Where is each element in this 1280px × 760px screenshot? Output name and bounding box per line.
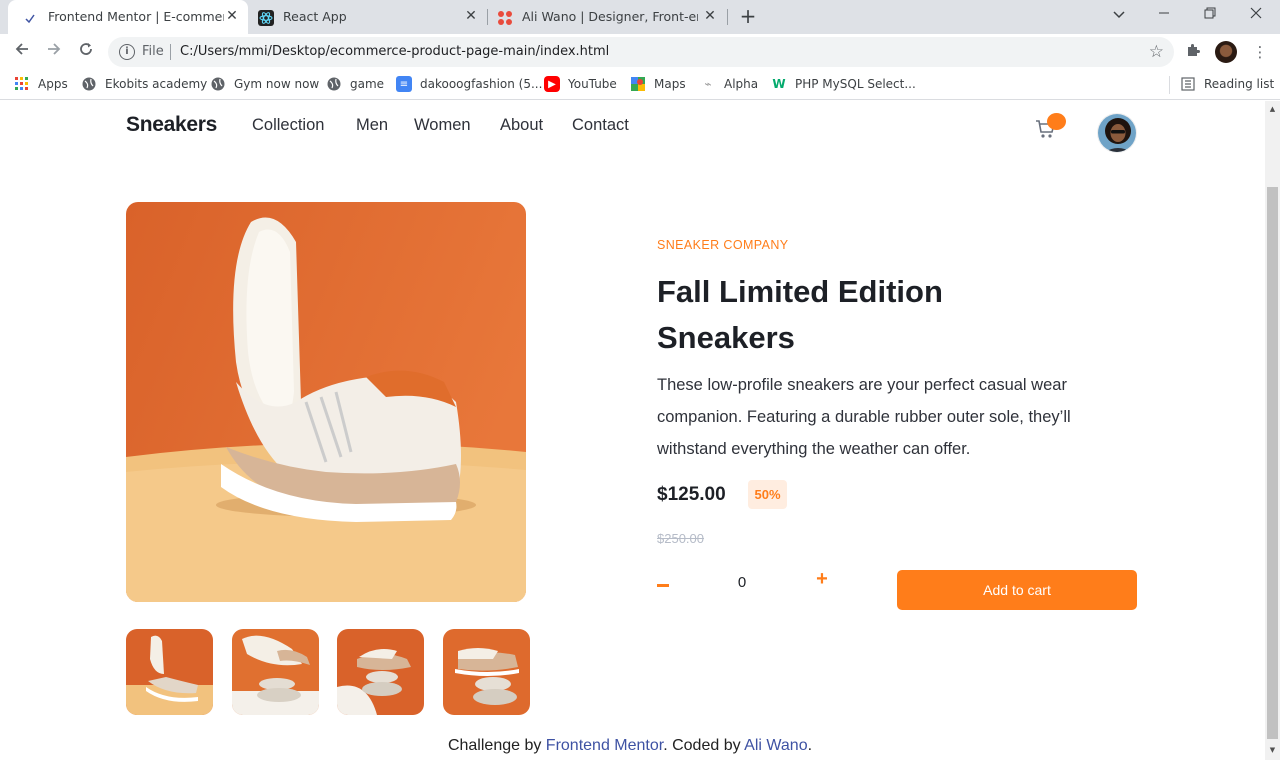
bookmark-gym[interactable]: Gym now now: [210, 76, 319, 92]
nav-about[interactable]: About: [500, 116, 543, 135]
globe-icon: [210, 76, 226, 92]
globe-icon: [326, 76, 342, 92]
bookmark-label: Maps: [654, 77, 686, 91]
quantity-value[interactable]: 0: [730, 574, 754, 591]
browser-toolbar: i File C:/Users/mmi/Desktop/ecommerce-pr…: [0, 34, 1280, 70]
frontend-mentor-link[interactable]: Frontend Mentor: [546, 737, 663, 754]
bookmark-label: Ekobits academy: [105, 77, 208, 91]
increase-quantity-button[interactable]: +: [814, 569, 830, 589]
tab-search-icon[interactable]: [1109, 5, 1129, 25]
user-avatar[interactable]: [1097, 113, 1137, 153]
product-description: These low-profile sneakers are your perf…: [657, 376, 1071, 458]
scroll-up-arrow-icon[interactable]: ▲: [1268, 105, 1277, 113]
thumbnail-1[interactable]: [126, 629, 213, 715]
bookmark-label: Gym now now: [234, 77, 320, 91]
tab-title: React App: [283, 9, 347, 24]
nav-collection[interactable]: Collection: [252, 116, 324, 135]
scroll-thumb[interactable]: [1267, 187, 1278, 739]
url-text[interactable]: C:/Users/mmi/Desktop/ecommerce-product-p…: [180, 44, 609, 59]
tab-strip: Frontend Mentor | E-commerce p ✕ React A…: [0, 0, 1280, 34]
bookmark-maps[interactable]: Maps: [630, 76, 686, 92]
w3-icon: W: [772, 77, 786, 91]
react-favicon-icon: [258, 10, 274, 26]
original-price: $250.00: [657, 531, 704, 546]
tab-react-app[interactable]: React App ✕: [248, 0, 488, 34]
cart-badge: [1047, 113, 1066, 130]
author-link[interactable]: Ali Wano: [744, 737, 807, 754]
attribution-middle: . Coded by: [663, 737, 745, 754]
site-logo[interactable]: Sneakers: [126, 113, 217, 137]
discount-badge: 50%: [748, 480, 787, 509]
ali-wano-favicon-icon: [497, 10, 513, 26]
reading-list-label: Reading list: [1204, 77, 1275, 91]
bookmark-apps[interactable]: Apps: [14, 76, 68, 92]
site-info-icon[interactable]: i: [119, 44, 135, 60]
frontend-mentor-favicon-icon: [22, 10, 38, 26]
minimize-icon[interactable]: [1154, 5, 1174, 25]
add-to-cart-button[interactable]: Add to cart: [897, 570, 1137, 610]
thumbnail-3[interactable]: [337, 629, 424, 715]
new-tab-icon[interactable]: +: [738, 6, 758, 26]
attribution-suffix: .: [807, 737, 813, 754]
page-viewport: Sneakers Collection Men Women About Cont…: [0, 101, 1265, 760]
maps-icon: [630, 76, 646, 92]
bookmark-label: game: [350, 77, 385, 91]
decrease-quantity-button[interactable]: [657, 573, 671, 593]
bookmark-star-icon[interactable]: ☆: [1149, 42, 1164, 62]
bookmark-game[interactable]: game: [326, 76, 384, 92]
apps-grid-icon: [14, 76, 30, 92]
bookmark-label: PHP MySQL Select...: [795, 77, 916, 91]
close-tab-icon[interactable]: ✕: [702, 8, 718, 24]
bookmarks-bar: Apps Ekobits academy Gym now now game ≡ …: [0, 70, 1280, 100]
reading-list-icon: [1180, 76, 1196, 92]
globe-icon: [81, 76, 97, 92]
reading-list[interactable]: Reading list: [1180, 76, 1274, 92]
close-window-icon[interactable]: [1246, 5, 1266, 25]
bookmark-php[interactable]: W PHP MySQL Select...: [771, 76, 916, 92]
thumbnail-4[interactable]: [443, 629, 530, 715]
extensions-puzzle-icon[interactable]: [1183, 42, 1203, 62]
close-tab-icon[interactable]: ✕: [224, 8, 240, 24]
bookmark-label: YouTube: [568, 77, 617, 91]
company-label: SNEAKER COMPANY: [657, 238, 789, 252]
product-title: Fall Limited Edition Sneakers: [657, 274, 943, 355]
browser-window: Frontend Mentor | E-commerce p ✕ React A…: [0, 0, 1280, 760]
bookmarks-divider: [1169, 76, 1170, 94]
menu-kebab-icon[interactable]: ⋮: [1250, 42, 1270, 62]
attribution: Challenge by Frontend Mentor. Coded by A…: [0, 737, 1260, 755]
scheme-label: File: [142, 44, 164, 59]
nav-contact[interactable]: Contact: [572, 116, 629, 135]
bookmark-youtube[interactable]: ▶ YouTube: [544, 76, 617, 92]
close-tab-icon[interactable]: ✕: [463, 8, 479, 24]
forward-arrow-icon[interactable]: [43, 41, 65, 63]
page-scrollbar[interactable]: ▲ ▼: [1265, 101, 1280, 760]
tab-ali-wano[interactable]: Ali Wano | Designer, Front-end D ✕: [488, 0, 728, 34]
tab-title: Frontend Mentor | E-commerce p: [48, 9, 224, 24]
product-main-image[interactable]: [126, 202, 526, 602]
tab-divider: [727, 9, 728, 25]
bookmark-label: dakooogfashion (5...: [420, 77, 543, 91]
doc-icon: ≡: [396, 76, 412, 92]
tab-frontend-mentor[interactable]: Frontend Mentor | E-commerce p ✕: [8, 0, 248, 34]
back-arrow-icon[interactable]: [11, 41, 33, 63]
scroll-down-arrow-icon[interactable]: ▼: [1268, 746, 1277, 754]
bookmark-label: Apps: [38, 77, 68, 91]
product-price: $125.00: [657, 484, 726, 505]
alpha-icon: ⌁: [704, 77, 712, 91]
nav-men[interactable]: Men: [356, 116, 388, 135]
tab-title: Ali Wano | Designer, Front-end D: [522, 9, 698, 24]
bookmark-label: Alpha: [724, 77, 759, 91]
bookmark-dakooog[interactable]: ≡ dakooogfashion (5...: [396, 76, 542, 92]
youtube-icon: ▶: [544, 76, 560, 92]
bookmark-ekobits[interactable]: Ekobits academy: [81, 76, 207, 92]
profile-avatar[interactable]: [1215, 41, 1237, 63]
reload-icon[interactable]: [75, 41, 97, 63]
address-bar[interactable]: i File C:/Users/mmi/Desktop/ecommerce-pr…: [108, 37, 1174, 67]
attribution-prefix: Challenge by: [447, 737, 546, 754]
omnibox-divider: [170, 44, 171, 60]
restore-icon[interactable]: [1200, 5, 1220, 25]
bookmark-alpha[interactable]: ⌁ Alpha: [700, 76, 758, 92]
thumbnail-2[interactable]: [232, 629, 319, 715]
nav-women[interactable]: Women: [414, 116, 471, 135]
